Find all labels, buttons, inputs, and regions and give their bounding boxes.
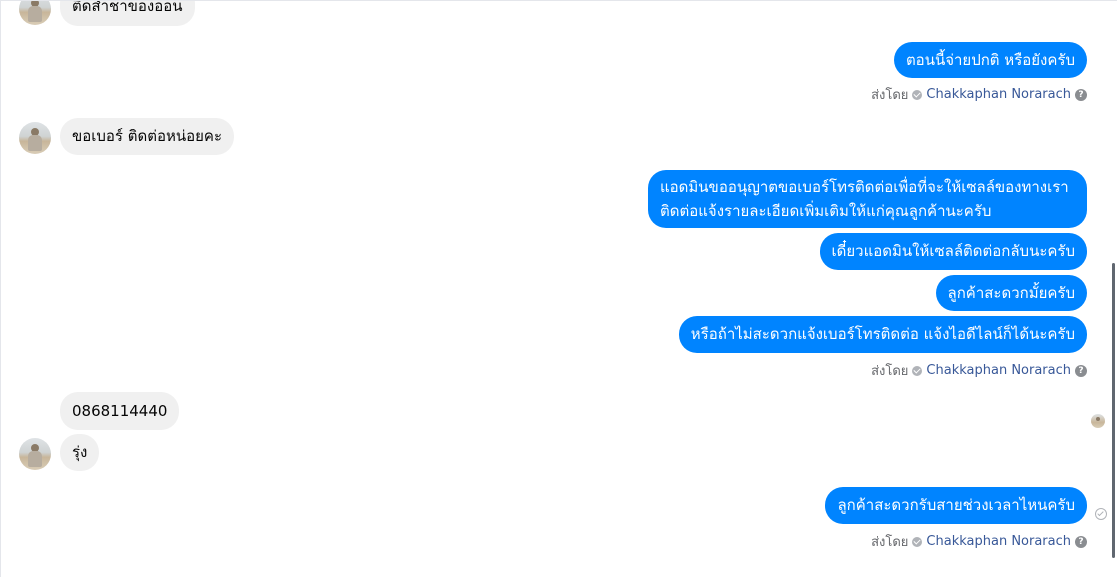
contact-avatar[interactable] [19, 1, 51, 25]
help-icon[interactable]: ? [1075, 535, 1087, 548]
seen-avatar [1091, 414, 1105, 428]
incoming-message: รุ่ง [60, 434, 100, 471]
outgoing-message: หรือถ้าไม่สะดวกแจ้งเบอร์โทรติดต่อ แจ้งไอ… [678, 316, 1087, 353]
sender-name-link[interactable]: Chakkaphan Norarach [926, 87, 1071, 102]
outgoing-message: ตอนนี้จ่ายปกติ หรือยังครับ [893, 42, 1087, 78]
verified-icon [912, 365, 923, 376]
sender-name-link[interactable]: Chakkaphan Norarach [926, 534, 1071, 549]
help-icon[interactable]: ? [1075, 88, 1087, 101]
outgoing-message: ลูกค้าสะดวกมั้ยครับ [935, 275, 1087, 311]
incoming-message: 0868114440 [60, 392, 180, 430]
sent-by-label: ส่งโดย [871, 364, 909, 379]
verified-icon [912, 536, 923, 547]
sender-name-link[interactable]: Chakkaphan Norarach [926, 363, 1071, 378]
contact-avatar[interactable] [19, 438, 51, 470]
sent-by-line: ส่งโดย Chakkaphan Norarach ? [871, 84, 1087, 105]
outgoing-message: เดี๋ยวแอดมินให้เซลล์ติดต่อกลับนะครับ [819, 233, 1087, 270]
outgoing-message: ลูกค้าสะดวกรับสายช่วงเวลาไหนครับ [825, 487, 1087, 524]
sent-by-line: ส่งโดย Chakkaphan Norarach ? [871, 360, 1087, 381]
verified-icon [912, 89, 923, 100]
outgoing-message: แอดมินขออนุญาตขอเบอร์โทรติดต่อเพื่อที่จะ… [648, 170, 1087, 228]
contact-avatar[interactable] [19, 122, 51, 154]
sent-by-label: ส่งโดย [871, 88, 909, 103]
incoming-message: ติดสำชาของออน [60, 1, 195, 26]
incoming-message: ขอเบอร์ ติดต่อหน่อยคะ [60, 118, 235, 155]
sent-by-label: ส่งโดย [871, 535, 909, 550]
chat-thread: ติดสำชาของออน ตอนนี้จ่ายปกติ หรือยังครับ… [0, 0, 1117, 577]
delivered-icon [1095, 508, 1107, 520]
help-icon[interactable]: ? [1075, 364, 1087, 377]
scrollbar[interactable] [1112, 263, 1115, 558]
sent-by-line: ส่งโดย Chakkaphan Norarach ? [871, 531, 1087, 552]
